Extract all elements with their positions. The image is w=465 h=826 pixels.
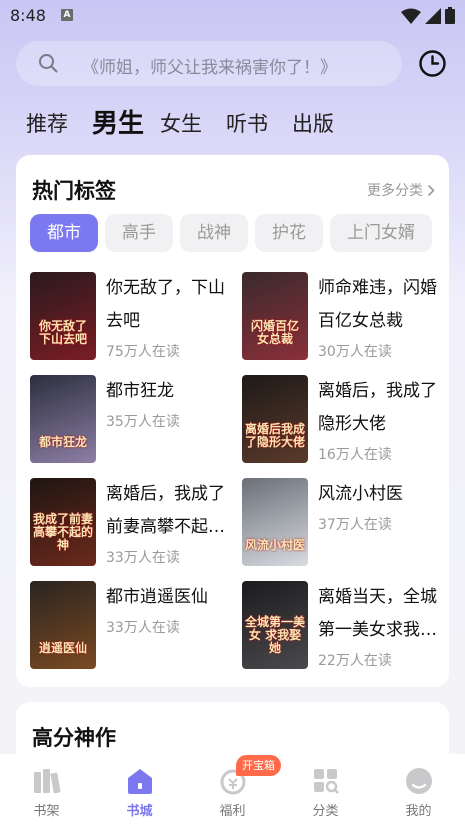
book-cover: 你无敌了 下山去吧 [30,272,96,360]
hot-tags-card: 热门标签 更多分类 都市 高手 战神 护花 上门女婿 你无敌了 下山去吧 你无敌了，下山… [16,155,449,687]
more-categories-link[interactable]: 更多分类 [367,180,435,200]
profile-icon [406,768,432,794]
book-title: 师命难违，闪婚百亿女总裁 [318,278,437,331]
category-icon [314,769,339,794]
book-item[interactable]: 闪婚百亿 女总裁 师命难违，闪婚百亿女总裁 30万人在读 [242,272,442,362]
tag-chip[interactable]: 战神 [180,214,248,252]
wifi-icon [401,8,421,24]
search-bar[interactable]: 《师姐，师父让我来祸害你了！》 [16,41,402,86]
cover-title-art: 全城第一美女 求我娶她 [244,615,305,655]
more-categories-label: 更多分类 [367,183,423,199]
status-bar: 8:48 A [0,0,465,32]
nav-label: 分类 [312,804,339,819]
book-item[interactable]: 我成了前妻 高攀不起的神 离婚后，我成了前妻高攀不起的神 33万人在读 [30,478,230,568]
cover-title-art: 我成了前妻 高攀不起的神 [32,512,93,552]
book-readers: 35万人在读 [106,414,180,430]
cover-title-art: 都市狂龙 [38,435,87,449]
tag-chip[interactable]: 都市 [30,214,98,252]
open-treasure-box-badge[interactable]: 开宝箱 [236,755,281,776]
book-cover: 全城第一美女 求我娶她 [242,581,308,669]
nav-label: 书架 [33,804,60,819]
book-item[interactable]: 你无敌了 下山去吧 你无敌了，下山去吧 75万人在读 [30,272,230,362]
cover-title-art: 逍遥医仙 [38,641,87,655]
tab-male[interactable]: 男生 [92,106,144,142]
search-icon [39,54,58,73]
book-title: 离婚后，我成了前妻高攀不起的神 [106,484,225,537]
cover-title-art: 闪婚百亿 女总裁 [250,319,299,346]
cover-title-art: 离婚后我成了隐形大佬 [244,422,305,449]
book-readers: 37万人在读 [318,517,392,533]
book-cover: 我成了前妻 高攀不起的神 [30,478,96,566]
nav-label: 福利 [219,804,246,819]
book-cover: 逍遥医仙 [30,581,96,669]
book-readers: 33万人在读 [106,620,180,636]
tab-recommend[interactable]: 推荐 [26,106,68,142]
book-cover: 都市狂龙 [30,375,96,463]
bookstore-icon [128,769,152,794]
nav-profile[interactable]: 我的 [372,754,465,826]
tag-chip[interactable]: 上门女婿 [330,214,432,252]
battery-icon [445,7,455,24]
book-readers: 22万人在读 [318,653,392,669]
book-cover: 闪婚百亿 女总裁 [242,272,308,360]
nav-label: 我的 [405,804,432,819]
book-cover: 风流小村医 [242,478,308,566]
book-cover: 离婚后我成了隐形大佬 [242,375,308,463]
nav-category[interactable]: 分类 [279,754,372,826]
cover-title-art: 你无敌了 下山去吧 [38,319,87,346]
bookshelf-icon [34,769,61,794]
book-item[interactable]: 全城第一美女 求我娶她 离婚当天，全城第一美女求我娶她 22万人在读 [242,581,442,671]
book-title: 离婚后，我成了隐形大佬 [318,381,437,434]
book-readers: 30万人在读 [318,344,392,360]
book-item[interactable]: 都市狂龙 都市狂龙 35万人在读 [30,375,230,465]
nav-bookshelf[interactable]: 书架 [0,754,93,826]
book-item[interactable]: 离婚后我成了隐形大佬 离婚后，我成了隐形大佬 16万人在读 [242,375,442,465]
tag-chip[interactable]: 高手 [105,214,173,252]
category-tabs: 推荐 男生 女生 听书 出版 [26,102,358,142]
book-title: 你无敌了，下山去吧 [106,278,225,331]
book-readers: 75万人在读 [106,344,180,360]
status-icons [401,7,455,24]
tag-chip[interactable]: 护花 [255,214,323,252]
book-readers: 16万人在读 [318,447,392,463]
book-title: 风流小村医 [318,484,403,504]
signal-icon [425,7,441,24]
app-notification-icon: A [61,9,73,21]
chevron-right-icon [427,184,435,196]
tag-list: 都市 高手 战神 护花 上门女婿 [30,214,449,254]
section-title: 高分神作 [32,726,116,750]
book-title: 都市逍遥医仙 [106,587,208,607]
status-time: 8:48 [10,6,46,25]
tab-publish[interactable]: 出版 [292,106,334,142]
nav-label: 书城 [126,804,153,819]
tab-audiobook[interactable]: 听书 [226,106,268,142]
book-item[interactable]: 风流小村医 风流小村医 37万人在读 [242,478,442,568]
search-placeholder: 《师姐，师父让我来祸害你了！》 [82,58,337,78]
reading-history-clock-icon[interactable] [418,49,447,78]
nav-bookstore[interactable]: 书城 [93,754,186,826]
book-item[interactable]: 逍遥医仙 都市逍遥医仙 33万人在读 [30,581,230,671]
cover-title-art: 风流小村医 [244,538,305,552]
bottom-nav: 书架 书城 福利 分类 我的 [0,754,465,826]
book-readers: 33万人在读 [106,550,180,566]
book-title: 离婚当天，全城第一美女求我娶她 [318,587,437,640]
book-title: 都市狂龙 [106,381,174,401]
tab-female[interactable]: 女生 [160,106,202,142]
section-title: 热门标签 [32,179,116,203]
